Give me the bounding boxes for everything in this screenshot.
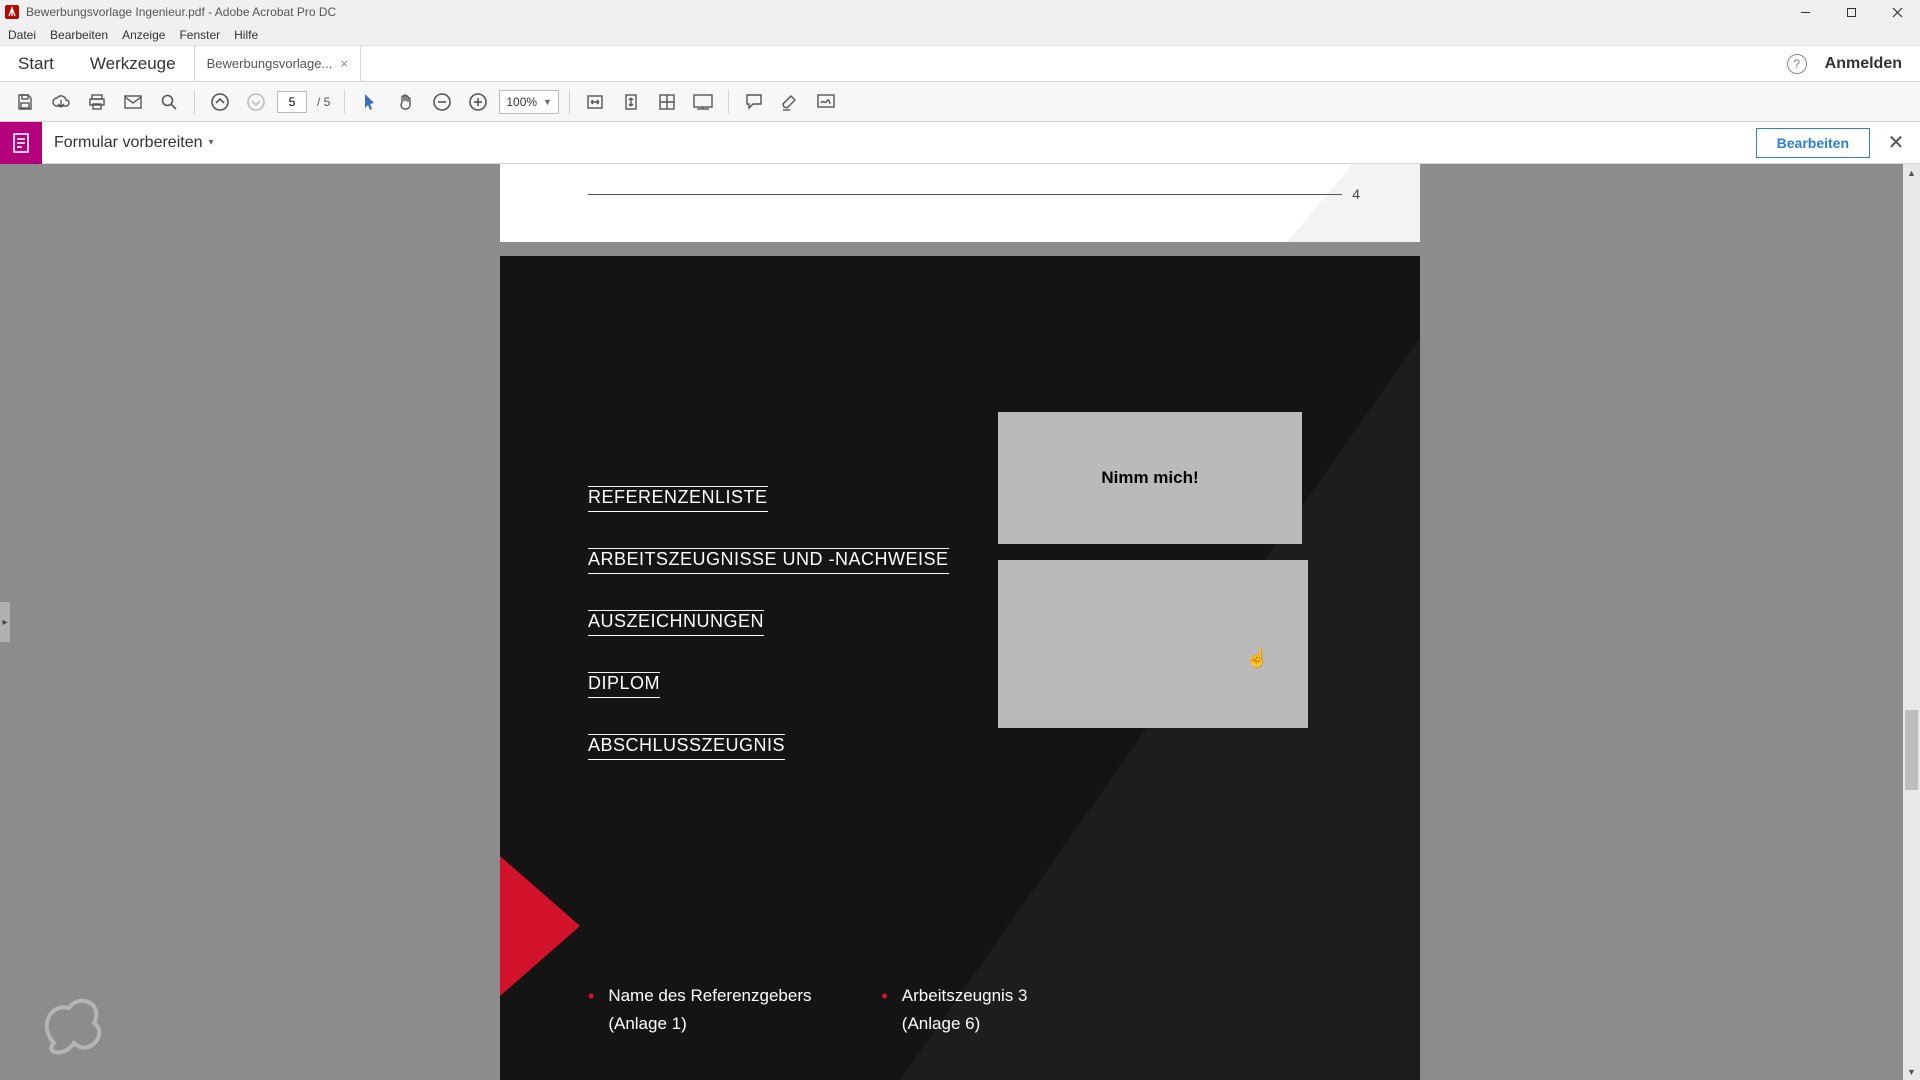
toolbar-separator xyxy=(728,90,729,114)
page-up-icon[interactable] xyxy=(205,87,235,117)
page-number-input[interactable] xyxy=(277,91,307,113)
scroll-thumb[interactable] xyxy=(1905,710,1918,790)
tab-row: Start Werkzeuge Bewerbungsvorlage... × ?… xyxy=(0,46,1920,82)
bullet-dot-icon: • xyxy=(881,986,887,1034)
help-icon[interactable]: ? xyxy=(1787,54,1807,74)
toolbar-separator xyxy=(344,90,345,114)
close-panel-button[interactable]: ✕ xyxy=(1884,130,1908,155)
zoom-out-icon[interactable] xyxy=(427,87,457,117)
menu-datei[interactable]: Datei xyxy=(8,28,36,42)
form-prepare-bar: Formular vorbereiten ▾ Bearbeiten ✕ xyxy=(0,122,1920,164)
print-icon[interactable] xyxy=(82,87,112,117)
hand-icon[interactable] xyxy=(391,87,421,117)
tab-document[interactable]: Bewerbungsvorlage... × xyxy=(194,46,361,81)
bullet-item: • Name des Referenzgebers (Anlage 1) xyxy=(588,986,811,1034)
edit-button[interactable]: Bearbeiten xyxy=(1756,128,1870,158)
page-down-icon[interactable] xyxy=(241,87,271,117)
mail-icon[interactable] xyxy=(118,87,148,117)
window-title: Bewerbungsvorlage Ingenieur.pdf - Adobe … xyxy=(26,5,336,19)
menu-hilfe[interactable]: Hilfe xyxy=(234,28,258,42)
tab-document-close-icon[interactable]: × xyxy=(340,56,348,71)
highlight-icon[interactable] xyxy=(775,87,805,117)
zoom-value: 100% xyxy=(506,95,537,109)
bullet-text: (Anlage 1) xyxy=(608,1014,811,1034)
link-referenzenliste[interactable]: REFERENZENLISTE xyxy=(588,486,768,512)
window-minimize-button[interactable] xyxy=(1782,0,1828,24)
zoom-select[interactable]: 100% ▼ xyxy=(499,90,559,114)
link-abschlusszeugnis[interactable]: ABSCHLUSSZEUGNIS xyxy=(588,734,785,760)
watermark-icon xyxy=(34,988,110,1058)
fit-width-icon[interactable] xyxy=(580,87,610,117)
current-page: REFERENZENLISTE ARBEITSZEUGNISSE UND -NA… xyxy=(500,256,1420,1080)
bullet-dot-icon: • xyxy=(588,986,594,1034)
app-icon xyxy=(4,4,20,20)
page-total-label: / 5 xyxy=(313,95,334,109)
form-field-label: Nimm mich! xyxy=(1101,468,1198,488)
red-triangle-accent xyxy=(500,856,580,996)
form-field-nimm-mich[interactable]: Nimm mich! xyxy=(998,412,1302,544)
form-prepare-dropdown[interactable]: Formular vorbereiten ▾ xyxy=(54,134,214,152)
page-corner-fold xyxy=(1220,164,1420,242)
comment-icon[interactable] xyxy=(739,87,769,117)
toolbar-separator xyxy=(569,90,570,114)
pointer-icon[interactable] xyxy=(355,87,385,117)
window-maximize-button[interactable] xyxy=(1828,0,1874,24)
tab-werkzeuge[interactable]: Werkzeuge xyxy=(72,46,194,81)
attachment-links: REFERENZENLISTE ARBEITSZEUGNISSE UND -NA… xyxy=(588,486,949,760)
chevron-down-icon: ▾ xyxy=(209,137,214,148)
toolbar-separator xyxy=(194,90,195,114)
form-field-empty[interactable] xyxy=(998,560,1308,728)
bullet-columns: • Name des Referenzgebers (Anlage 1) • A… xyxy=(588,986,1360,1034)
bullet-text: Name des Referenzgebers xyxy=(608,986,811,1006)
sidebar-expand-handle[interactable]: ▸ xyxy=(0,602,10,642)
link-auszeichnungen[interactable]: AUSZEICHNUNGEN xyxy=(588,610,764,636)
signature-icon[interactable] xyxy=(811,87,841,117)
menubar: Datei Bearbeiten Anzeige Fenster Hilfe xyxy=(0,24,1920,46)
bullet-text: (Anlage 6) xyxy=(902,1014,1028,1034)
bullet-item: • Arbeitszeugnis 3 (Anlage 6) xyxy=(881,986,1027,1034)
zoom-in-icon[interactable] xyxy=(463,87,493,117)
pages-container: 4 REFERENZENLISTE ARBEITSZEUGNISSE UND -… xyxy=(500,164,1420,1080)
window-close-button[interactable] xyxy=(1874,0,1920,24)
link-diplom[interactable]: DIPLOM xyxy=(588,672,660,698)
bullet-text: Arbeitszeugnis 3 xyxy=(902,986,1028,1006)
tab-start[interactable]: Start xyxy=(0,46,72,81)
tab-document-label: Bewerbungsvorlage... xyxy=(207,56,333,71)
window-titlebar: Bewerbungsvorlage Ingenieur.pdf - Adobe … xyxy=(0,0,1920,24)
menu-anzeige[interactable]: Anzeige xyxy=(122,28,165,42)
form-prepare-label: Formular vorbereiten xyxy=(54,134,203,152)
previous-page-number: 4 xyxy=(1352,186,1360,202)
signin-button[interactable]: Anmelden xyxy=(1825,55,1902,73)
chevron-down-icon: ▼ xyxy=(543,97,552,107)
read-mode-icon[interactable] xyxy=(688,87,718,117)
cloud-icon[interactable] xyxy=(46,87,76,117)
form-badge-icon[interactable] xyxy=(0,122,42,164)
scroll-up-icon[interactable]: ▲ xyxy=(1903,164,1920,181)
vertical-scrollbar[interactable]: ▲ ▼ xyxy=(1903,164,1920,1080)
save-icon[interactable] xyxy=(10,87,40,117)
previous-page-sliver: 4 xyxy=(500,164,1420,242)
scroll-down-icon[interactable]: ▼ xyxy=(1903,1063,1920,1080)
document-area[interactable]: ▸ 4 REFERENZENLISTE ARBEITSZEUGNISSE UND… xyxy=(0,164,1920,1080)
reflow-icon[interactable] xyxy=(652,87,682,117)
menu-bearbeiten[interactable]: Bearbeiten xyxy=(50,28,108,42)
fit-page-icon[interactable] xyxy=(616,87,646,117)
link-arbeitszeugnisse[interactable]: ARBEITSZEUGNISSE UND -NACHWEISE xyxy=(588,548,949,574)
search-icon[interactable] xyxy=(154,87,184,117)
menu-fenster[interactable]: Fenster xyxy=(179,28,220,42)
toolbar: / 5 100% ▼ xyxy=(0,82,1920,122)
